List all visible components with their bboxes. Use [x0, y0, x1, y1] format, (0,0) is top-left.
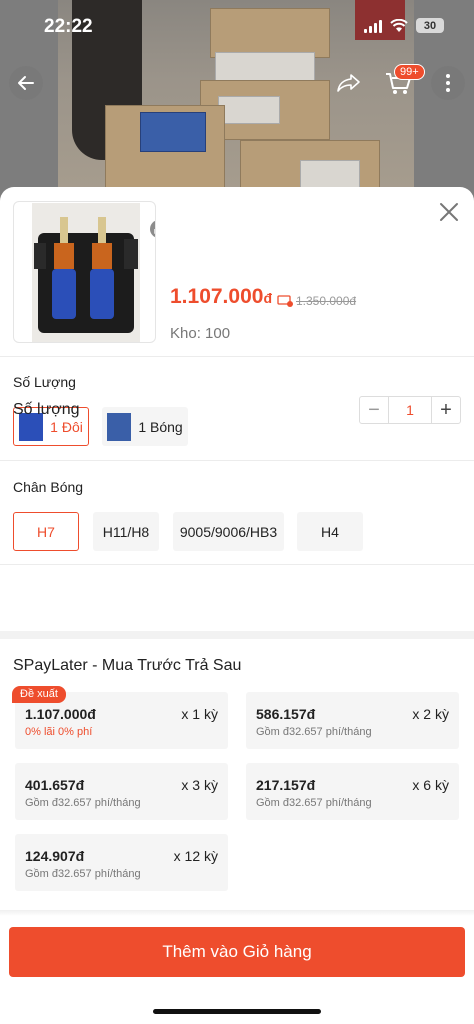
socket-option-h7[interactable]: H7 — [13, 512, 79, 551]
more-button[interactable] — [431, 66, 465, 100]
wifi-icon — [390, 18, 408, 32]
expand-image-icon[interactable] — [150, 220, 155, 238]
plan-amount: 586.157đ — [256, 706, 316, 722]
stock-count: Kho: 100 — [170, 325, 231, 342]
socket-option-9005-9006-hb3[interactable]: 9005/9006/HB3 — [173, 512, 284, 551]
plan-term: x 2 kỳ — [412, 706, 449, 722]
photo-box — [218, 96, 280, 124]
section-divider — [0, 631, 474, 639]
photo-box — [300, 160, 360, 190]
plan-term: x 3 kỳ — [181, 777, 218, 793]
recommended-badge: Đề xuất — [12, 686, 66, 703]
divider — [0, 564, 474, 565]
quantity-stepper[interactable]: − 1 + — [359, 396, 461, 424]
spaylater-plan-3[interactable]: 401.657đ x 3 kỳ Gồm đ32.657 phí/tháng — [15, 763, 228, 820]
signal-icon — [364, 19, 382, 33]
close-icon[interactable] — [438, 201, 460, 223]
variant-option-label: 1 Bóng — [138, 418, 183, 435]
headlight-bulbs-image — [32, 203, 140, 342]
plan-note: Gồm đ32.657 phí/tháng — [256, 726, 372, 738]
plan-term: x 1 kỳ — [181, 706, 218, 722]
status-time: 22:22 — [44, 16, 93, 37]
socket-option-h4[interactable]: H4 — [297, 512, 363, 551]
status-bar: 22:22 30 — [0, 0, 474, 54]
product-thumbnail[interactable] — [13, 201, 156, 343]
more-vertical-icon — [446, 74, 450, 92]
share-button[interactable] — [332, 66, 366, 100]
share-icon — [337, 74, 360, 92]
decrement-button[interactable]: − — [360, 397, 388, 423]
variant-thumb — [107, 412, 132, 441]
price-currency: đ — [263, 290, 272, 306]
status-icons: 30 — [364, 18, 444, 33]
plan-note: 0% lãi 0% phí — [25, 726, 93, 738]
divider — [0, 356, 474, 357]
plan-note: Gồm đ32.657 phí/tháng — [256, 797, 372, 809]
spaylater-plan-5[interactable]: 124.907đ x 12 kỳ Gồm đ32.657 phí/tháng — [15, 834, 228, 891]
variant-option-1-bong[interactable]: 1 Bóng — [102, 407, 188, 446]
plan-amount: 1.107.000đ — [25, 706, 96, 722]
photo-product-box — [140, 112, 206, 152]
plan-term: x 12 kỳ — [173, 848, 218, 864]
plan-amount: 124.907đ — [25, 848, 85, 864]
plan-amount: 217.157đ — [256, 777, 316, 793]
add-to-cart-button[interactable]: Thêm vào Giỏ hàng — [9, 927, 465, 977]
spaylater-plan-4[interactable]: 217.157đ x 6 kỳ Gồm đ32.657 phí/tháng — [246, 763, 459, 820]
home-indicator — [153, 1009, 321, 1014]
back-button[interactable] — [9, 66, 43, 100]
quantity-label: Số lượng — [13, 401, 80, 418]
variant-section-label: Số Lượng — [13, 374, 76, 390]
arrow-left-icon — [18, 76, 34, 90]
product-price: 1.107.000đ — [170, 285, 272, 309]
footer-shadow — [0, 910, 474, 916]
variant-selection-sheet: 1.107.000đ 1.350.000đ Kho: 100 Số Lượng … — [0, 187, 474, 1024]
voucher-icon — [277, 295, 293, 307]
product-image — [32, 203, 140, 342]
plan-note: Gồm đ32.657 phí/tháng — [25, 797, 141, 809]
cart-count-badge: 99+ — [394, 64, 425, 80]
price-amount: 1.107.000 — [170, 285, 264, 308]
plan-term: x 6 kỳ — [412, 777, 449, 793]
socket-option-h11-h8[interactable]: H11/H8 — [93, 512, 159, 551]
variant-option-label: 1 Đôi — [50, 418, 83, 435]
battery-icon: 30 — [416, 18, 444, 33]
spaylater-plan-2[interactable]: 586.157đ x 2 kỳ Gồm đ32.657 phí/tháng — [246, 692, 459, 749]
quantity-value[interactable]: 1 — [388, 397, 432, 423]
spaylater-title: SPayLater - Mua Trước Trả Sau — [13, 657, 242, 674]
socket-section-label: Chân Bóng — [13, 479, 84, 495]
plan-note: Gồm đ32.657 phí/tháng — [25, 868, 141, 880]
increment-button[interactable]: + — [432, 397, 460, 423]
original-price: 1.350.000đ — [296, 294, 357, 308]
divider — [0, 460, 474, 461]
plan-amount: 401.657đ — [25, 777, 85, 793]
